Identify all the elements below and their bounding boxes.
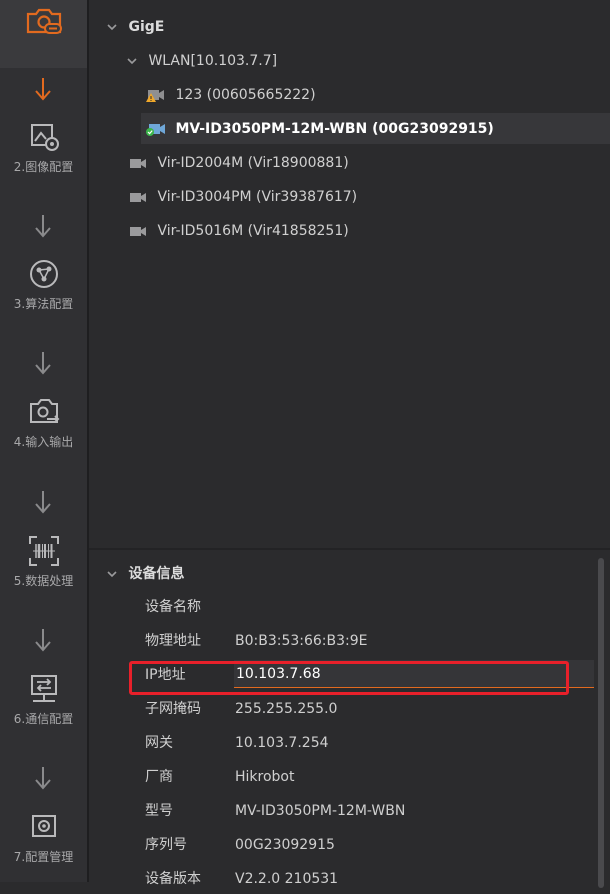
sidebar-step-algorithm-config[interactable]: 3.算法配置: [0, 257, 87, 312]
info-value: Hikrobot: [235, 769, 295, 785]
camera-icon: [130, 227, 146, 236]
camera-link-icon: [26, 8, 62, 34]
highlight-box: [129, 661, 569, 695]
flow-arrow-icon: [35, 491, 51, 514]
communication-icon: [30, 675, 57, 702]
sidebar-step-data-processing[interactable]: 5.数据处理: [0, 534, 87, 589]
tree-device-label: Vir-ID3004PM (Vir39387617): [157, 189, 358, 205]
info-scrollbar[interactable]: [598, 558, 604, 888]
algorithm-icon: [29, 260, 58, 288]
info-value: MV-ID3050PM-12M-WBN: [235, 803, 406, 819]
sidebar-step-communication[interactable]: 6.通信配置: [0, 672, 87, 727]
connect-step-button[interactable]: [0, 0, 87, 68]
tree-device-label: MV-ID3050PM-12M-WBN (00G23092915): [175, 121, 494, 137]
chevron-down-icon[interactable]: [126, 55, 138, 67]
camera-warning-icon: [146, 90, 164, 102]
info-key: 设备名称: [145, 599, 201, 615]
tree-device-label: Vir-ID2004M (Vir18900881): [157, 155, 349, 171]
sidebar-step-label: 3.算法配置: [13, 297, 74, 311]
chevron-down-icon[interactable]: [106, 21, 118, 33]
device-tree: GigE WLAN[10.103.7.7] 123 (00605665222) …: [89, 0, 610, 548]
config-manage-icon: [31, 815, 56, 837]
flow-arrow-icon: [35, 352, 51, 375]
camera-icon: [130, 159, 146, 168]
info-key: 序列号: [145, 837, 187, 853]
info-key: 网关: [145, 735, 173, 751]
device-info-title: 设备信息: [128, 566, 185, 582]
tree-adapter-label: WLAN[10.103.7.7]: [148, 53, 278, 69]
chevron-down-icon[interactable]: [106, 568, 118, 580]
sidebar-step-config-manage[interactable]: 7.配置管理: [0, 810, 87, 865]
device-info-panel: 设备信息 设备名称 物理地址 B0:B3:53:66:B3:9E IP地址 子网…: [89, 550, 610, 888]
tree-virtual-device-item[interactable]: Vir-ID5016M (Vir41858251): [127, 217, 349, 245]
info-key: 物理地址: [145, 633, 201, 649]
sidebar-step-label: 7.配置管理: [13, 850, 74, 864]
sidebar-step-label: 6.通信配置: [13, 712, 74, 726]
info-value: 00G23092915: [235, 837, 335, 853]
tree-group-gige[interactable]: GigE: [106, 13, 164, 41]
flow-arrow-icon: [35, 78, 51, 101]
sidebar-step-image-config[interactable]: 2.图像配置: [0, 120, 87, 175]
info-value[interactable]: 10.103.7.254: [235, 728, 329, 758]
sidebar-step-label: 5.数据处理: [13, 574, 74, 588]
camera-io-icon: [29, 399, 59, 423]
flow-arrow-icon: [35, 767, 51, 790]
tree-device-item-selected[interactable]: MV-ID3050PM-12M-WBN (00G23092915): [145, 115, 494, 143]
flow-arrow-icon: [35, 215, 51, 238]
tree-device-label: Vir-ID5016M (Vir41858251): [157, 223, 349, 239]
tree-virtual-device-item[interactable]: Vir-ID3004PM (Vir39387617): [127, 183, 357, 211]
tree-virtual-device-item[interactable]: Vir-ID2004M (Vir18900881): [127, 149, 349, 177]
sidebar-step-label: 4.输入输出: [13, 435, 74, 449]
info-value[interactable]: 255.255.255.0: [235, 694, 337, 724]
info-value: B0:B3:53:66:B3:9E: [235, 633, 368, 649]
device-info-header[interactable]: 设备信息: [106, 560, 184, 588]
sidebar-step-io[interactable]: 4.输入输出: [0, 395, 87, 450]
info-key: 设备版本: [145, 871, 201, 887]
info-key: 厂商: [145, 769, 173, 785]
image-settings-icon: [30, 124, 59, 151]
barcode-scan-icon: [28, 536, 59, 566]
tree-adapter-wlan[interactable]: WLAN[10.103.7.7]: [126, 47, 277, 75]
tree-group-label: GigE: [128, 19, 165, 35]
camera-connected-icon: [146, 124, 165, 136]
flow-arrow-icon: [35, 629, 51, 652]
info-value: V2.2.0 210531: [235, 871, 339, 887]
tree-device-item[interactable]: 123 (00605665222): [145, 81, 316, 109]
info-key: 型号: [145, 803, 173, 819]
tree-device-label: 123 (00605665222): [175, 87, 316, 103]
camera-icon: [130, 193, 146, 202]
info-key: 子网掩码: [145, 701, 201, 717]
sidebar-step-label: 2.图像配置: [13, 160, 74, 174]
workflow-sidebar: 2.图像配置 3.算法配置 4.输入输出 5.数据处理 6.通信配置 7.配置管…: [0, 0, 87, 882]
